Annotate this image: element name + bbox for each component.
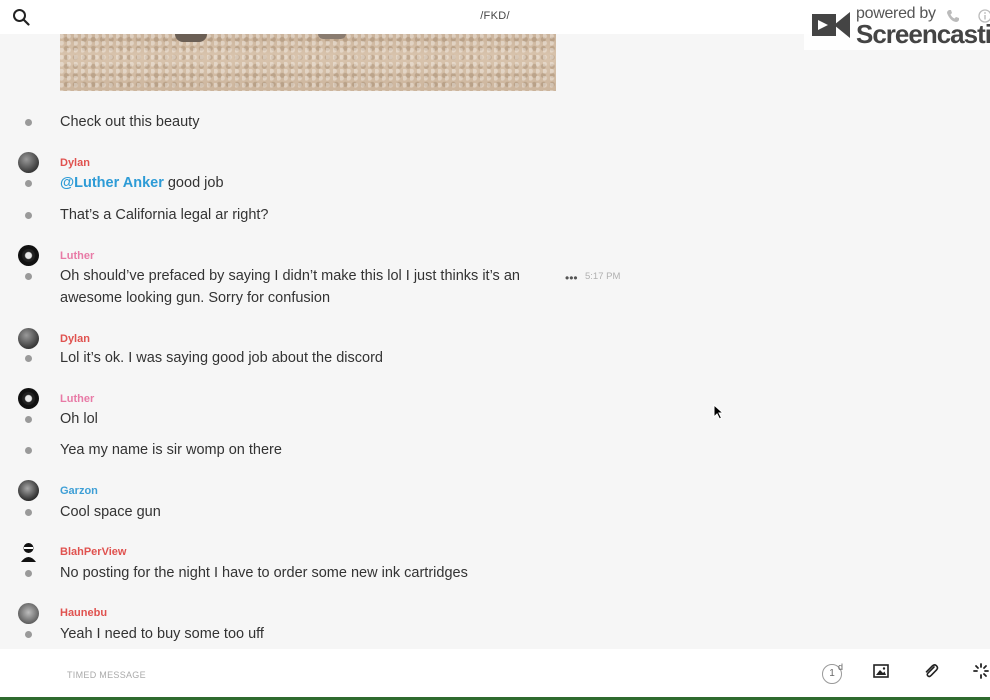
message-author[interactable]: Luther [60,250,94,262]
message-author[interactable]: Dylan [60,157,90,169]
message-status-dot [25,119,32,126]
image-attachment[interactable] [60,34,556,91]
message-author[interactable]: BlahPerView [60,546,126,558]
message-status-dot [25,212,32,219]
message-status-dot [25,509,32,516]
message-status-dot [25,631,32,638]
message-author[interactable]: Luther [60,393,94,405]
message-text: Oh lol [60,411,98,427]
avatar[interactable] [18,480,39,501]
watermark-brand: Screencastify [856,19,990,49]
message-status-dot [25,355,32,362]
message-text: Yeah I need to buy some too uff [60,626,264,642]
message-status-dot [25,447,32,454]
message-text: Oh should’ve prefaced by saying I didn’t… [60,268,520,284]
paperclip-icon[interactable] [923,663,939,679]
timed-message-input[interactable] [67,668,367,682]
message-author[interactable]: Dylan [60,333,90,345]
message-text: @Luther Anker good job [60,175,224,191]
image-icon[interactable] [873,663,889,679]
avatar[interactable] [18,328,39,349]
message-text: Cool space gun [60,504,161,520]
avatar[interactable] [18,245,39,266]
message-text: Lol it’s ok. I was saying good job about… [60,350,383,366]
message-status-dot [25,416,32,423]
message-status-dot [25,570,32,577]
mouse-cursor-icon [713,404,725,420]
spinner-icon[interactable] [973,663,989,679]
message-timestamp: 5:17 PM [585,271,621,282]
message-text: No posting for the night I have to order… [60,565,468,581]
phone-icon[interactable] [946,9,960,23]
message-author[interactable]: Haunebu [60,607,107,619]
more-options-icon[interactable]: ••• [565,271,578,285]
screencastify-logo-icon [812,12,850,38]
message-text: Check out this beauty [60,114,200,130]
message-text: Yea my name is sir womp on there [60,442,282,458]
message-timer-unit: d [838,662,844,672]
info-icon[interactable] [978,9,990,23]
avatar[interactable] [18,541,39,562]
message-status-dot [25,273,32,280]
message-text-continuation: awesome looking gun. Sorry for confusion [60,290,331,306]
message-status-dot [25,180,32,187]
message-text-body: good job [163,175,224,191]
avatar[interactable] [18,152,39,173]
message-text: That’s a California legal ar right? [60,207,269,223]
avatar[interactable] [18,388,39,409]
screencastify-watermark: powered by Screencastify [804,0,990,50]
user-mention[interactable]: @Luther Anker [60,175,164,191]
avatar[interactable] [18,603,39,624]
message-author[interactable]: Garzon [60,485,98,497]
